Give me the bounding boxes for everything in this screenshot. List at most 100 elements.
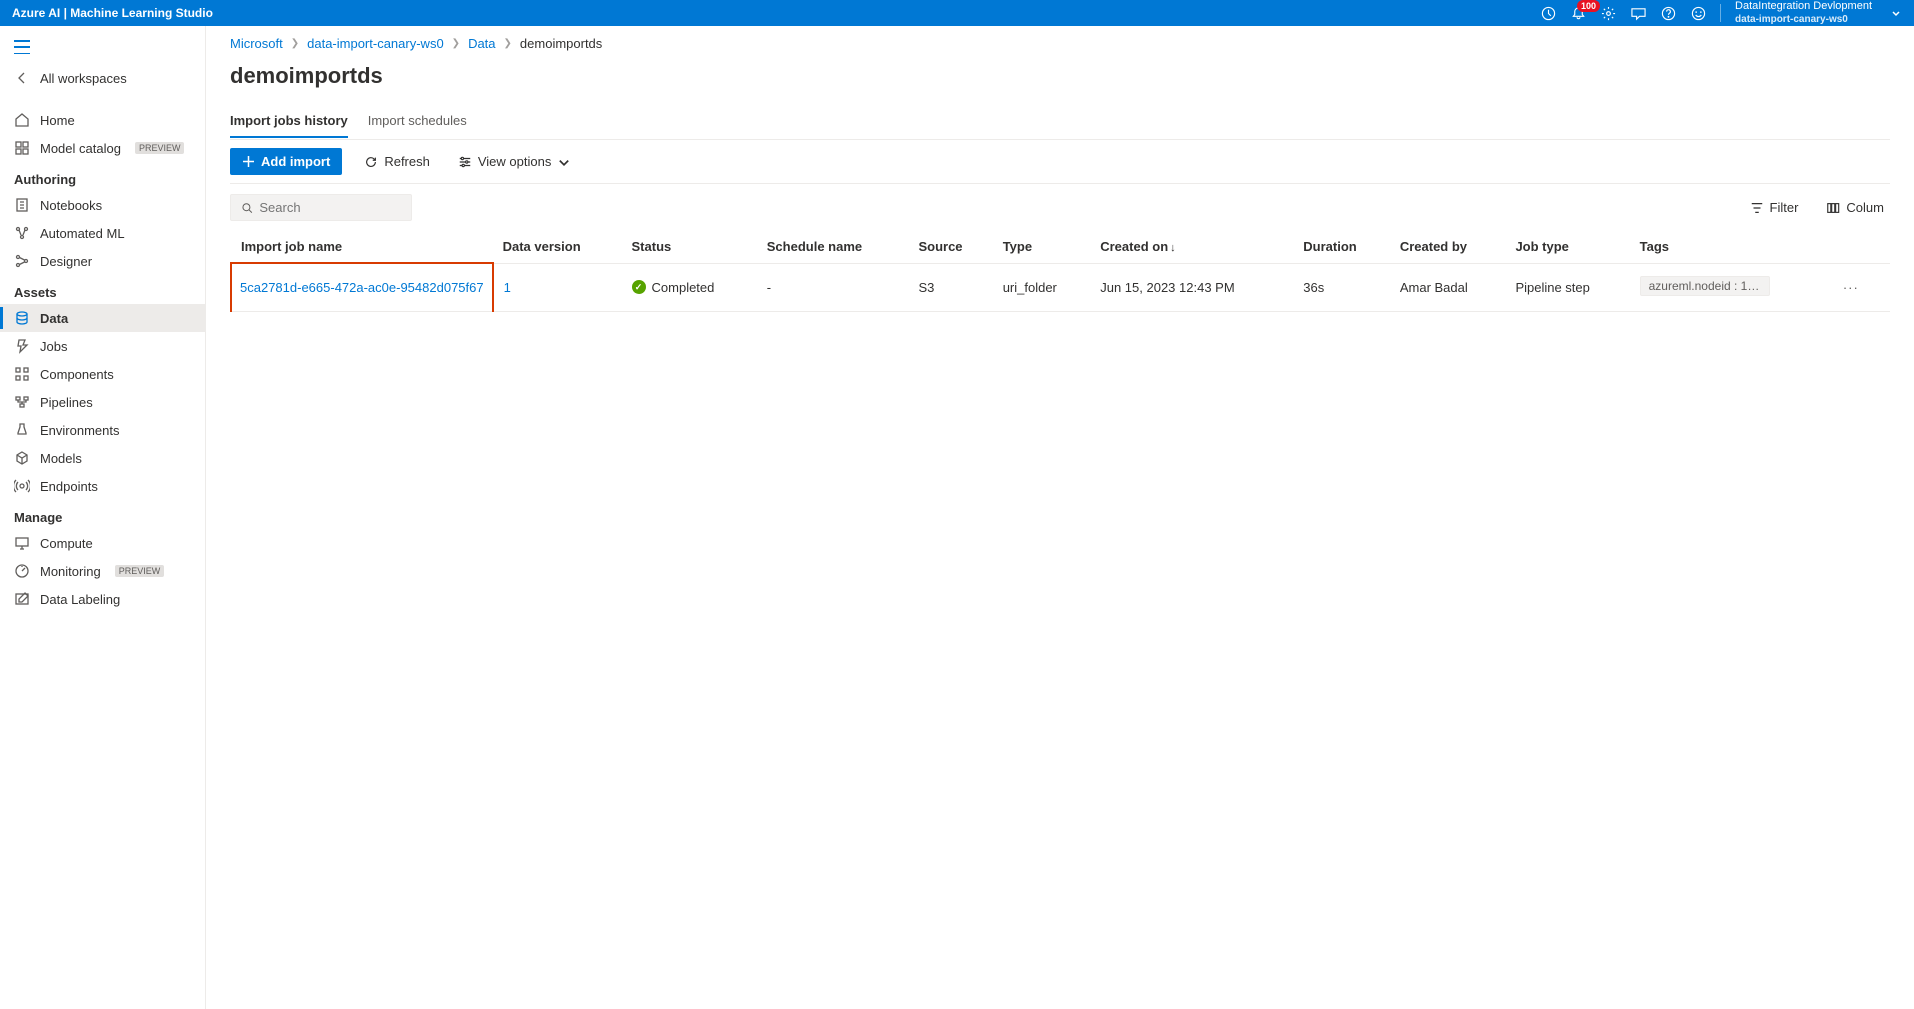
col-data-version[interactable]: Data version [493,231,622,263]
button-label: Filter [1770,200,1799,215]
sidebar-label: Notebooks [40,198,102,213]
preview-tag: PREVIEW [115,565,165,577]
tab-import-schedules[interactable]: Import schedules [368,107,467,138]
pipelines-icon [14,394,30,410]
sidebar-designer[interactable]: Designer [0,247,205,275]
sidebar-automated-ml[interactable]: Automated ML [0,219,205,247]
sidebar-label: All workspaces [40,71,127,86]
help-icon[interactable] [1660,5,1676,21]
settings-icon[interactable] [1600,5,1616,21]
automl-icon [14,225,30,241]
cell-job-type: Pipeline step [1505,263,1629,311]
product-title: Azure AI | Machine Learning Studio [12,6,213,20]
sidebar-data-labeling[interactable]: Data Labeling [0,585,205,613]
chevron-right-icon: ❯ [504,38,512,49]
sidebar-label: Monitoring [40,564,101,579]
sidebar-pipelines[interactable]: Pipelines [0,388,205,416]
environments-icon [14,422,30,438]
breadcrumb-data[interactable]: Data [468,36,495,51]
sidebar-notebooks[interactable]: Notebooks [0,191,205,219]
section-manage: Manage [0,500,205,529]
search-box[interactable] [230,194,412,221]
cell-tags: azureml.nodeid : 14ae1c3 [1630,263,1827,311]
sidebar-label: Model catalog [40,141,121,156]
toolbar: Add import Refresh View options [230,139,1890,184]
cell-duration: 36s [1293,263,1390,311]
sidebar-label: Pipelines [40,395,93,410]
top-bar: Azure AI | Machine Learning Studio 100 D… [0,0,1914,26]
search-icon [241,201,253,215]
notifications-icon[interactable]: 100 [1570,5,1586,21]
sort-down-icon: ↓ [1170,242,1176,254]
col-duration[interactable]: Duration [1293,231,1390,263]
search-input[interactable] [259,200,401,215]
sidebar-model-catalog[interactable]: Model catalog PREVIEW [0,134,205,162]
data-icon [14,310,30,326]
sidebar-data[interactable]: Data [0,304,205,332]
col-created-by[interactable]: Created by [1390,231,1506,263]
more-actions-icon[interactable]: ··· [1837,280,1865,295]
sidebar: All workspaces Home Model catalog PREVIE… [0,26,206,1009]
col-import-job-name[interactable]: Import job name [231,231,493,263]
col-tags[interactable]: Tags [1630,231,1827,263]
add-import-button[interactable]: Add import [230,148,342,175]
tag-pill[interactable]: azureml.nodeid : 14ae1c3 [1640,276,1770,296]
cell-version: 1 [493,263,622,311]
table-row[interactable]: 5ca2781d-e665-472a-ac0e-95482d075f67 1 C… [231,263,1890,311]
clock-icon[interactable] [1540,5,1556,21]
sidebar-all-workspaces[interactable]: All workspaces [0,64,205,92]
sidebar-home[interactable]: Home [0,106,205,134]
endpoints-icon [14,478,30,494]
sidebar-components[interactable]: Components [0,360,205,388]
job-name-link[interactable]: 5ca2781d-e665-472a-ac0e-95482d075f67 [240,280,484,295]
cell-name: 5ca2781d-e665-472a-ac0e-95482d075f67 [231,263,493,311]
home-icon [14,112,30,128]
catalog-icon [14,140,30,156]
sidebar-jobs[interactable]: Jobs [0,332,205,360]
models-icon [14,450,30,466]
status-text: Completed [652,280,715,295]
monitoring-icon [14,563,30,579]
col-schedule-name[interactable]: Schedule name [757,231,909,263]
sidebar-compute[interactable]: Compute [0,529,205,557]
sidebar-label: Data Labeling [40,592,120,607]
filter-button[interactable]: Filter [1744,196,1805,219]
col-job-type[interactable]: Job type [1505,231,1629,263]
user-menu[interactable]: DataIntegration Devlopment data-import-c… [1735,0,1872,25]
tab-import-history[interactable]: Import jobs history [230,107,348,138]
sidebar-environments[interactable]: Environments [0,416,205,444]
breadcrumb-root[interactable]: Microsoft [230,36,283,51]
view-options-button[interactable]: View options [452,150,577,173]
back-arrow-icon [14,70,30,86]
sidebar-label: Data [40,311,68,326]
col-created-on[interactable]: Created on↓ [1090,231,1293,263]
sidebar-label: Environments [40,423,119,438]
sidebar-label: Designer [40,254,92,269]
sidebar-models[interactable]: Models [0,444,205,472]
sidebar-monitoring[interactable]: Monitoring PREVIEW [0,557,205,585]
components-icon [14,366,30,382]
tabs: Import jobs history Import schedules [230,107,1890,139]
sidebar-endpoints[interactable]: Endpoints [0,472,205,500]
import-jobs-table: Import job name Data version Status Sche… [230,231,1890,312]
version-link[interactable]: 1 [504,280,511,295]
feedback-icon[interactable] [1630,5,1646,21]
col-type[interactable]: Type [993,231,1091,263]
smiley-icon[interactable] [1690,5,1706,21]
notification-badge: 100 [1577,0,1600,12]
hamburger-icon[interactable] [14,40,30,54]
chevron-down-icon[interactable] [1890,7,1902,19]
cell-created-on: Jun 15, 2023 12:43 PM [1090,263,1293,311]
col-status[interactable]: Status [622,231,757,263]
sidebar-label: Jobs [40,339,67,354]
compute-icon [14,535,30,551]
breadcrumb-current: demoimportds [520,36,602,51]
col-source[interactable]: Source [908,231,992,263]
breadcrumb-workspace[interactable]: data-import-canary-ws0 [307,36,444,51]
page-title: demoimportds [230,63,1890,89]
columns-button[interactable]: Colum [1820,196,1890,219]
refresh-button[interactable]: Refresh [358,150,436,173]
cell-created-by: Amar Badal [1390,263,1506,311]
cell-schedule: - [757,263,909,311]
preview-tag: PREVIEW [135,142,185,154]
